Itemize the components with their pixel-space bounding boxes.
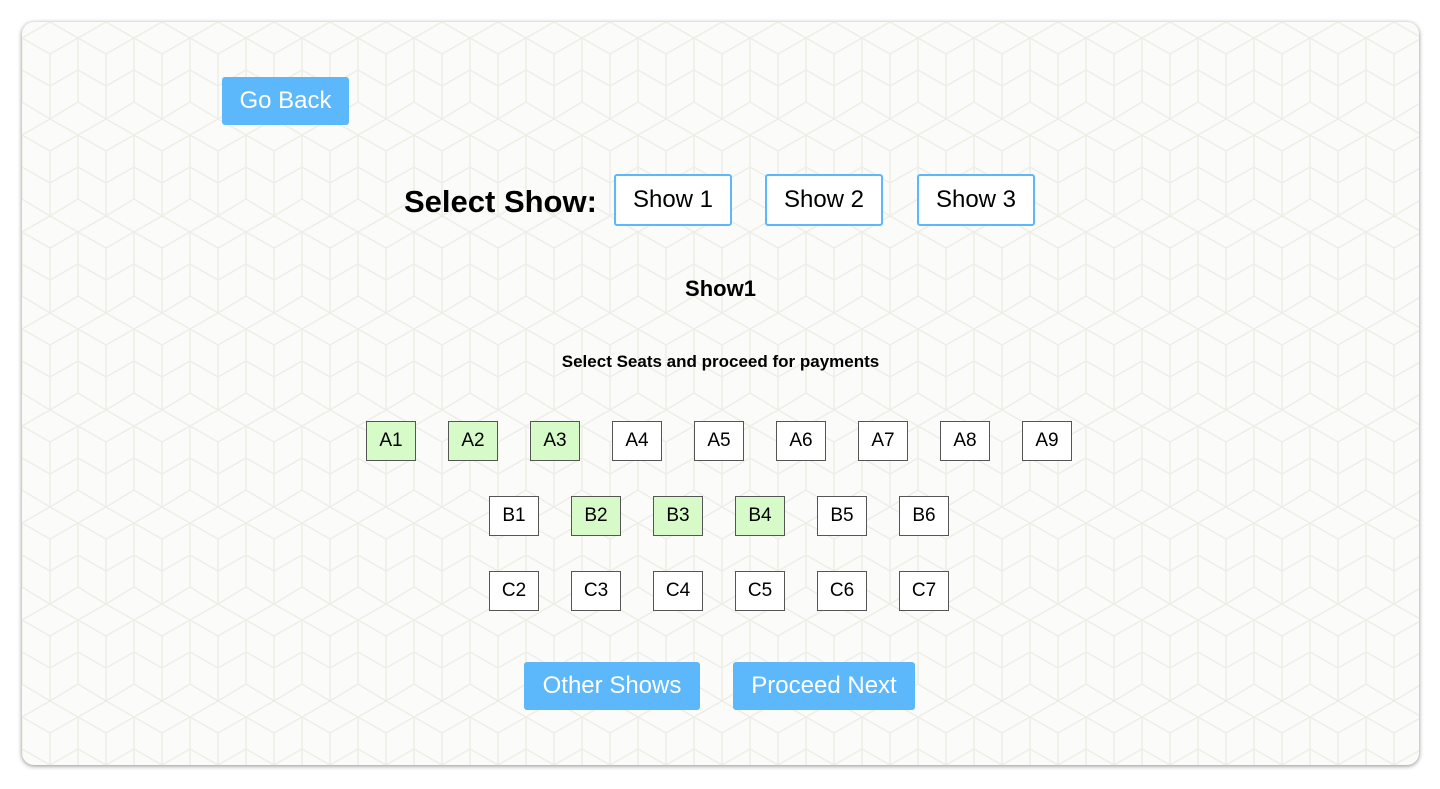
current-show-title: Show1 [685, 276, 756, 301]
select-show-label: Select Show: [404, 184, 597, 219]
seat-c5[interactable]: C5 [735, 571, 785, 611]
seat-c6[interactable]: C6 [817, 571, 867, 611]
seat-a5[interactable]: A5 [694, 421, 744, 461]
seat-a9[interactable]: A9 [1022, 421, 1072, 461]
show-2-button[interactable]: Show 2 [765, 174, 883, 226]
show-1-button[interactable]: Show 1 [614, 174, 732, 226]
background-pattern [22, 22, 1419, 765]
seat-b3[interactable]: B3 [653, 496, 703, 536]
seat-c7[interactable]: C7 [899, 571, 949, 611]
seat-c3[interactable]: C3 [571, 571, 621, 611]
seat-c2[interactable]: C2 [489, 571, 539, 611]
seat-b4[interactable]: B4 [735, 496, 785, 536]
seat-b6[interactable]: B6 [899, 496, 949, 536]
seat-b2[interactable]: B2 [571, 496, 621, 536]
seat-a6[interactable]: A6 [776, 421, 826, 461]
seat-a8[interactable]: A8 [940, 421, 990, 461]
seat-a3[interactable]: A3 [530, 421, 580, 461]
seat-a2[interactable]: A2 [448, 421, 498, 461]
seat-a1[interactable]: A1 [366, 421, 416, 461]
seat-c4[interactable]: C4 [653, 571, 703, 611]
show-3-button[interactable]: Show 3 [917, 174, 1035, 226]
seat-a4[interactable]: A4 [612, 421, 662, 461]
proceed-next-button[interactable]: Proceed Next [733, 662, 915, 710]
seat-b1[interactable]: B1 [489, 496, 539, 536]
instructions-text: Select Seats and proceed for payments [561, 352, 880, 371]
other-shows-button[interactable]: Other Shows [524, 662, 700, 710]
app-window: Go Back Select Show: Show 1 Show 2 Show … [22, 22, 1419, 765]
go-back-button[interactable]: Go Back [222, 77, 349, 125]
seat-a7[interactable]: A7 [858, 421, 908, 461]
seat-b5[interactable]: B5 [817, 496, 867, 536]
